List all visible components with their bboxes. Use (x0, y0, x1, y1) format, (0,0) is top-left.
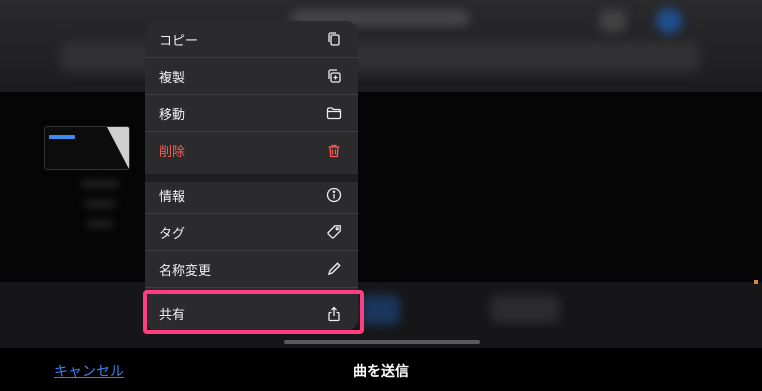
menu-item-label: コピー (159, 33, 199, 49)
background-toolbar-button-blur (360, 295, 400, 325)
menu-item-label: 削除 (159, 145, 186, 160)
menu-item-move[interactable]: 移動 (145, 95, 358, 132)
menu-item-label: 共有 (159, 308, 186, 323)
background-text-blur (86, 220, 114, 228)
duplicate-icon (326, 68, 342, 84)
info-icon (326, 187, 342, 203)
context-menu: コピー 複製 移動 削除 情報 タグ 名称変更 共有 (145, 21, 358, 331)
tag-icon (326, 224, 342, 240)
menu-item-tag[interactable]: タグ (145, 214, 358, 251)
menu-item-label: 複製 (159, 70, 186, 86)
home-indicator (284, 340, 480, 344)
pencil-icon (326, 261, 342, 277)
menu-item-copy[interactable]: コピー (145, 21, 358, 58)
menu-item-info[interactable]: 情報 (145, 177, 358, 214)
menu-item-label: 移動 (159, 107, 186, 123)
page-title: 曲を送信 (353, 364, 409, 380)
share-icon (326, 306, 342, 322)
menu-item-label: タグ (159, 226, 186, 242)
menu-item-label: 情報 (159, 189, 186, 205)
menu-item-duplicate[interactable]: 複製 (145, 58, 358, 95)
background-text-blur (84, 200, 116, 208)
trash-icon (326, 143, 342, 159)
background-dot (754, 280, 758, 284)
background-text-blur (80, 180, 120, 188)
background-button-blur (600, 10, 626, 32)
background-toolbar-button-blur (490, 295, 560, 323)
thumbnail-selection-bar (49, 135, 75, 139)
background-button-blur (656, 8, 682, 34)
folder-icon (326, 105, 342, 121)
menu-item-rename[interactable]: 名称変更 (145, 251, 358, 288)
file-thumbnail[interactable] (44, 126, 130, 170)
menu-item-delete[interactable]: 削除 (145, 132, 358, 169)
menu-item-label: 名称変更 (159, 263, 212, 279)
copy-icon (326, 31, 342, 47)
menu-item-share[interactable]: 共有 (145, 295, 358, 331)
